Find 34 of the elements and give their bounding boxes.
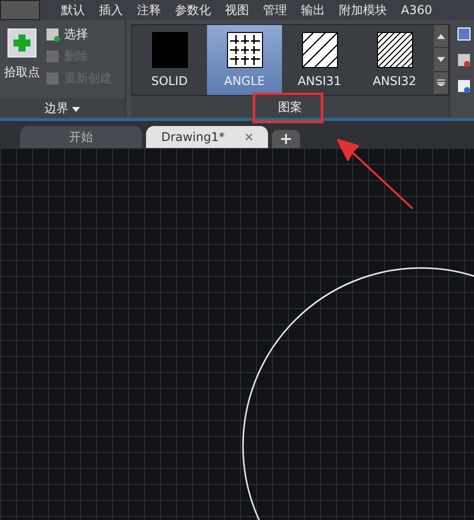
ribbon-tab[interactable]: 视图	[218, 2, 256, 18]
pick-point-button[interactable]: 拾取点	[4, 26, 40, 98]
hatch-color-icon[interactable]	[456, 52, 472, 68]
hatch-square-icon	[46, 50, 60, 64]
document-tab[interactable]: 开始	[20, 126, 142, 148]
up-triangle-icon	[437, 34, 445, 39]
panel-title[interactable]: 边界	[0, 98, 125, 118]
highlight-frame	[252, 92, 324, 124]
plus-icon	[281, 134, 291, 144]
ribbon-tab[interactable]: A360	[394, 3, 440, 17]
close-icon[interactable]	[244, 133, 253, 141]
dropdown-arrow-icon	[72, 106, 80, 112]
new-tab-button[interactable]	[272, 130, 300, 148]
solid-square-icon	[152, 32, 188, 68]
ribbon-tab[interactable]: 插入	[92, 2, 130, 18]
hatch-square-icon	[46, 28, 60, 42]
ribbon-tab[interactable]: 注释	[130, 2, 168, 18]
plus-icon	[7, 28, 37, 58]
panel-title: 图案	[131, 96, 449, 118]
expand-icon	[437, 79, 445, 86]
ribbon-tab[interactable]: 参数化	[168, 2, 218, 18]
hatch-frame-icon[interactable]	[456, 26, 472, 42]
ribbon-tab[interactable]: 输出	[294, 2, 332, 18]
ribbon-tab[interactable]: 管理	[256, 2, 294, 18]
ribbon-tab[interactable]: 默认	[54, 2, 92, 18]
diagonal-lines-icon	[302, 32, 338, 68]
hatch-background-icon[interactable]	[456, 78, 472, 94]
boundary-option[interactable]: 选择	[46, 26, 112, 43]
grid-pattern-icon	[226, 32, 262, 68]
hatch-square-icon	[46, 72, 60, 86]
down-triangle-icon	[437, 56, 445, 62]
document-tab[interactable]: Drawing1*	[146, 126, 268, 148]
ribbon-tab[interactable]: 附加模块	[332, 2, 394, 18]
diagonal-lines-icon	[376, 32, 412, 68]
